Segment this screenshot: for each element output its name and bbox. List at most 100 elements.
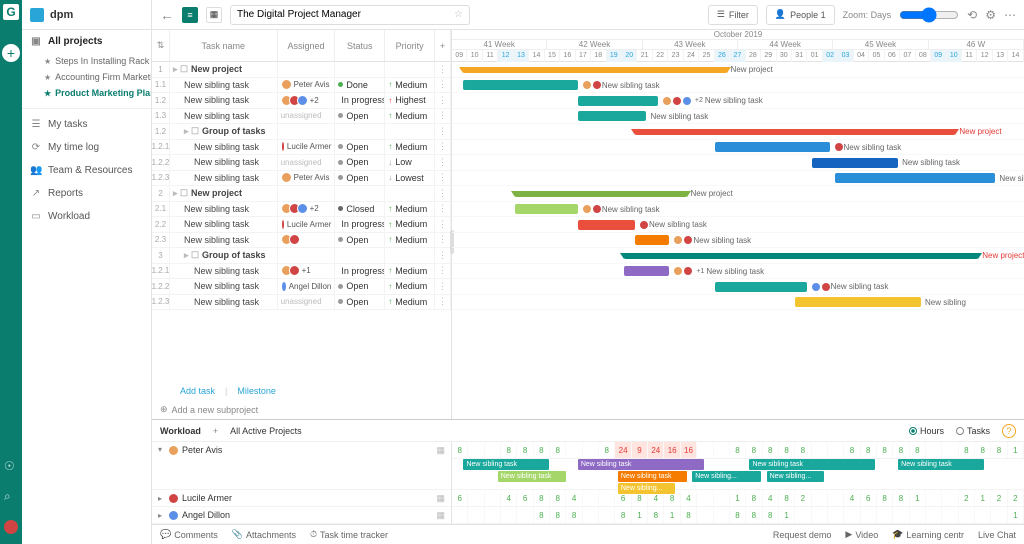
task-priority[interactable]: ↑Medium bbox=[385, 78, 435, 93]
row-more-icon[interactable]: ⋮ bbox=[435, 171, 451, 186]
history-icon[interactable]: ⟲ bbox=[967, 8, 977, 22]
task-name[interactable]: New sibling task bbox=[170, 295, 278, 310]
task-status[interactable] bbox=[335, 186, 385, 201]
gantt-bar[interactable]: New sibling task bbox=[578, 220, 635, 230]
help-icon[interactable]: ☉ bbox=[4, 459, 18, 473]
task-row[interactable]: 1.1 New sibling task Peter Avis Done ↑Me… bbox=[152, 78, 451, 94]
gantt-view-button[interactable]: ≡ bbox=[182, 7, 198, 23]
task-row[interactable]: 2.1 New sibling task +2 Closed ↑Medium ⋮ bbox=[152, 202, 451, 218]
chevron-icon[interactable]: ▸ bbox=[158, 494, 162, 503]
workspace-header[interactable]: dpm bbox=[22, 0, 151, 30]
project-title-input[interactable] bbox=[237, 9, 448, 20]
row-more-icon[interactable]: ⋮ bbox=[435, 217, 451, 232]
chevron-icon[interactable]: ▾ bbox=[158, 445, 162, 454]
gantt-bar[interactable]: New sibling task bbox=[515, 204, 578, 214]
col-assigned[interactable]: Assigned bbox=[278, 30, 336, 61]
task-row[interactable]: 1.2 ▸ ☐Group of tasks ⋮ bbox=[152, 124, 451, 140]
star-icon[interactable]: ☆ bbox=[454, 9, 463, 20]
calendar-icon[interactable]: ▦ bbox=[436, 445, 445, 456]
video-link[interactable]: ▶ Video bbox=[845, 529, 878, 540]
task-priority[interactable]: ↑Medium bbox=[385, 140, 435, 155]
row-more-icon[interactable]: ⋮ bbox=[435, 140, 451, 155]
task-row[interactable]: 1 ▸ ☐New project ⋮ bbox=[152, 62, 451, 78]
task-assignee[interactable]: unassigned bbox=[278, 155, 336, 170]
task-assignee[interactable] bbox=[278, 124, 336, 139]
task-row[interactable]: 1.3 New sibling task unassigned Open ↑Me… bbox=[152, 109, 451, 125]
task-name[interactable]: New sibling task bbox=[170, 233, 278, 248]
learning-link[interactable]: 🎓 Learning centr bbox=[892, 529, 964, 540]
task-name[interactable]: New sibling task bbox=[170, 217, 278, 232]
row-more-icon[interactable]: ⋮ bbox=[435, 295, 451, 310]
task-name[interactable]: New sibling task bbox=[170, 264, 278, 279]
task-priority[interactable]: ↑Medium bbox=[385, 233, 435, 248]
gantt-bar[interactable]: New sibling task bbox=[635, 235, 669, 245]
row-more-icon[interactable]: ⋮ bbox=[435, 186, 451, 201]
nav-all-projects[interactable]: ▣ All projects bbox=[22, 30, 151, 53]
task-name[interactable]: New sibling task bbox=[170, 279, 278, 294]
gantt-bar[interactable]: New project bbox=[515, 191, 687, 197]
task-assignee[interactable]: +2 bbox=[278, 202, 336, 217]
gantt-bar[interactable]: New sibling task bbox=[463, 80, 577, 90]
tracker-link[interactable]: ⏱ Task time tracker bbox=[310, 529, 388, 540]
workload-bar[interactable]: New sibling... bbox=[692, 471, 761, 482]
task-priority[interactable]: ↑Medium bbox=[385, 279, 435, 294]
task-name[interactable]: New sibling task bbox=[170, 202, 278, 217]
workload-user-row[interactable]: ▸Angel Dillon▦ bbox=[152, 507, 451, 524]
people-button[interactable]: 👤People 1 bbox=[766, 5, 835, 25]
task-row[interactable]: 1.2.3 New sibling task unassigned Open ↑… bbox=[152, 295, 451, 311]
task-status[interactable]: Open bbox=[335, 233, 385, 248]
task-priority[interactable]: ↓Lowest bbox=[385, 171, 435, 186]
add-milestone-link[interactable]: Milestone bbox=[237, 386, 276, 396]
more-icon[interactable]: ⋯ bbox=[1004, 8, 1016, 22]
task-assignee[interactable]: Peter Avis bbox=[278, 78, 336, 93]
col-priority[interactable]: Priority bbox=[385, 30, 435, 61]
add-subproject-row[interactable]: ⊕ Add a new subproject bbox=[152, 400, 451, 419]
gantt-bar[interactable]: +1New sibling task bbox=[624, 266, 670, 276]
gantt-bar[interactable]: New sibling bbox=[795, 297, 921, 307]
task-status[interactable]: Done bbox=[335, 78, 385, 93]
zoom-slider[interactable] bbox=[899, 7, 959, 23]
task-row[interactable]: 1.2.2 New sibling task Angel Dillon Open… bbox=[152, 279, 451, 295]
attachments-link[interactable]: 📎 Attachments bbox=[232, 529, 296, 540]
task-name[interactable]: New sibling task bbox=[170, 171, 278, 186]
task-status[interactable]: Open bbox=[335, 295, 385, 310]
row-more-icon[interactable]: ⋮ bbox=[435, 248, 451, 263]
task-row[interactable]: 1.2.1 New sibling task Lucile Armer Open… bbox=[152, 140, 451, 156]
tasks-radio[interactable]: Tasks bbox=[956, 426, 990, 436]
task-priority[interactable]: ↑Medium bbox=[385, 202, 435, 217]
comments-link[interactable]: 💬 Comments bbox=[160, 529, 218, 540]
workload-bar[interactable]: New sibling... bbox=[767, 471, 824, 482]
nav-item[interactable]: ⟳My time log bbox=[22, 136, 151, 159]
row-more-icon[interactable]: ⋮ bbox=[435, 62, 451, 77]
task-status[interactable]: Open bbox=[335, 140, 385, 155]
row-more-icon[interactable]: ⋮ bbox=[435, 155, 451, 170]
task-assignee[interactable]: unassigned bbox=[278, 109, 336, 124]
task-priority[interactable] bbox=[385, 186, 435, 201]
add-column-button[interactable]: + bbox=[435, 30, 451, 61]
task-name[interactable]: ▸ ☐New project bbox=[170, 186, 278, 201]
workload-scope[interactable]: All Active Projects bbox=[230, 426, 302, 436]
workload-user-row[interactable]: ▸Lucile Armer▦ bbox=[152, 490, 451, 507]
task-status[interactable]: Open bbox=[335, 279, 385, 294]
task-priority[interactable] bbox=[385, 62, 435, 77]
row-more-icon[interactable]: ⋮ bbox=[435, 109, 451, 124]
nav-item[interactable]: 👥Team & Resources bbox=[22, 159, 151, 182]
hours-radio[interactable]: Hours bbox=[909, 426, 944, 436]
task-status[interactable]: Closed bbox=[335, 202, 385, 217]
gantt-bar[interactable]: New sibling task bbox=[715, 282, 807, 292]
gantt-bar[interactable]: New sibling task bbox=[578, 111, 647, 121]
gantt-bar[interactable]: +2New sibling task bbox=[578, 96, 658, 106]
task-name[interactable]: New sibling task bbox=[170, 140, 278, 155]
avatar-icon[interactable] bbox=[4, 520, 18, 534]
task-row[interactable]: 3 ▸ ☐Group of tasks ⋮ bbox=[152, 248, 451, 264]
task-row[interactable]: 1.2.1 New sibling task +1 In progress ↑M… bbox=[152, 264, 451, 280]
task-priority[interactable] bbox=[385, 124, 435, 139]
task-name[interactable]: ▸ ☐Group of tasks bbox=[170, 124, 278, 139]
task-status[interactable] bbox=[335, 124, 385, 139]
task-priority[interactable]: ↑Highest bbox=[385, 93, 435, 108]
back-button[interactable]: ← bbox=[160, 7, 174, 23]
workload-bar[interactable]: New sibling task bbox=[463, 459, 549, 470]
col-status[interactable]: Status bbox=[335, 30, 385, 61]
task-assignee[interactable] bbox=[278, 248, 336, 263]
gantt-bar[interactable]: New project bbox=[624, 253, 979, 259]
